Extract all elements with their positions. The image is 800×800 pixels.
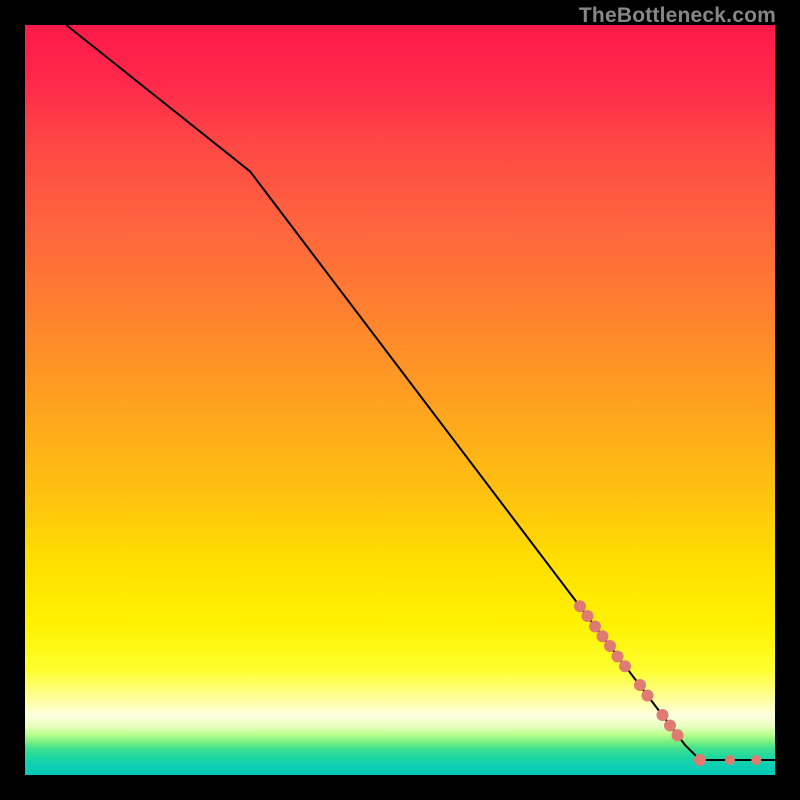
chart-plot-area <box>25 25 775 775</box>
chart-gradient-background <box>25 25 775 775</box>
watermark-text: TheBottleneck.com <box>579 4 776 28</box>
